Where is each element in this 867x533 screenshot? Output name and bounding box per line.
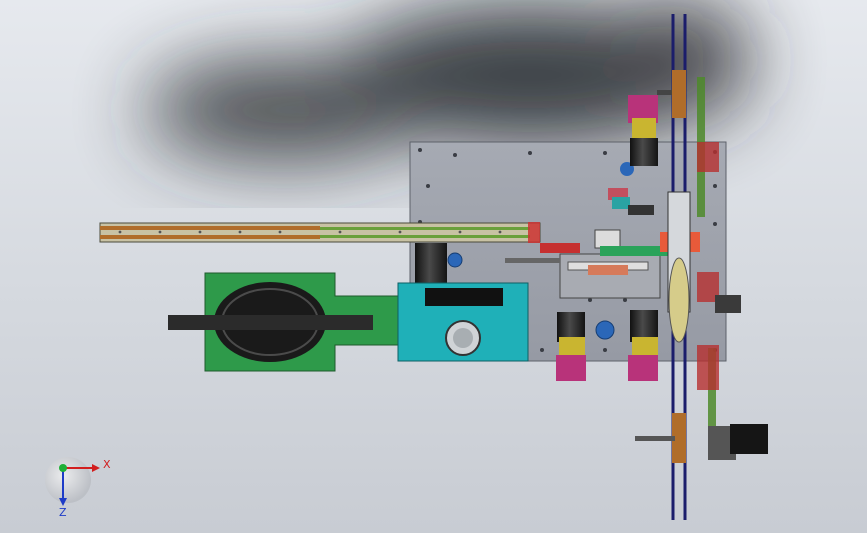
z-axis-label: Z — [59, 506, 67, 519]
coordinate-triad: X Z — [45, 457, 111, 519]
rail-motor[interactable] — [415, 243, 447, 283]
x-axis-label: X — [103, 458, 111, 471]
linear-rail[interactable] — [99, 222, 541, 243]
blue-knob-center[interactable] — [595, 320, 615, 340]
vibratory-feeder[interactable] — [168, 272, 399, 372]
blue-knob-left[interactable] — [447, 252, 463, 268]
cad-viewport[interactable]: X Z — [0, 0, 867, 533]
viewport-shadow — [145, 0, 750, 160]
cylinder-bottom-right[interactable] — [628, 310, 658, 381]
feeder-drive-block[interactable] — [397, 282, 529, 362]
cylinder-top[interactable] — [628, 95, 658, 166]
cylinder-bottom-left[interactable] — [556, 312, 586, 381]
